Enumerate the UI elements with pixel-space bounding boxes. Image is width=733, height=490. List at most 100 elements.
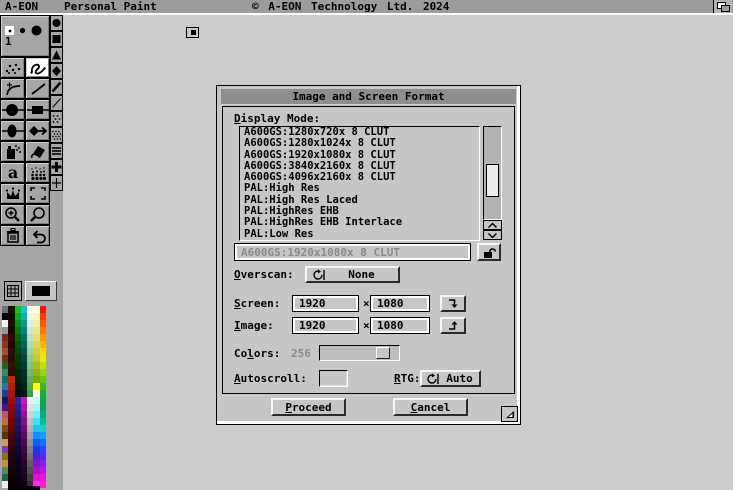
- magnify-icon: [28, 206, 47, 223]
- shape-dot[interactable]: [50, 15, 63, 31]
- shape-lines[interactable]: [50, 143, 63, 159]
- palette-swatch[interactable]: [40, 390, 46, 397]
- shape-diamond[interactable]: [50, 63, 63, 79]
- tool-trash[interactable]: [0, 225, 25, 246]
- palette-swatch[interactable]: [40, 369, 46, 376]
- tool-brush-size-selector[interactable]: 1: [0, 15, 50, 57]
- resize-icon[interactable]: [501, 406, 518, 422]
- shape-triangle[interactable]: [50, 47, 63, 63]
- palette-swatch[interactable]: [40, 334, 46, 341]
- depth-gadget-icon[interactable]: [713, 0, 732, 13]
- palette-swatch[interactable]: [40, 439, 46, 446]
- rtg-cycle[interactable]: Auto: [420, 370, 481, 387]
- image-times: ×: [363, 319, 370, 332]
- palette-swatch[interactable]: [40, 355, 46, 362]
- palette-swatch[interactable]: [40, 306, 46, 313]
- palette-swatch[interactable]: [40, 397, 46, 404]
- colors-slider-knob[interactable]: [376, 347, 390, 359]
- menu-bar: A-EON Personal Paint © A-EON Technology …: [0, 0, 733, 13]
- pattern-grid-icon[interactable]: [4, 281, 22, 301]
- copy-up-icon[interactable]: [440, 317, 466, 334]
- palette-swatch[interactable]: [40, 467, 46, 474]
- current-color-indicator[interactable]: [25, 281, 57, 301]
- menu-title[interactable]: Personal Paint: [64, 0, 157, 13]
- tool-line[interactable]: [25, 78, 50, 99]
- menu-copyright: © A-EON Technology Ltd. 2024: [252, 0, 449, 13]
- palette-swatch[interactable]: [40, 481, 46, 488]
- palette-swatch[interactable]: [40, 474, 46, 481]
- palette-swatch[interactable]: [40, 362, 46, 369]
- image-width-field[interactable]: 1920: [292, 317, 359, 334]
- tool-crown-pickup[interactable]: [0, 183, 25, 204]
- shape-cross-bold[interactable]: [50, 159, 63, 175]
- svg-text:a: a: [7, 164, 17, 181]
- scrollbar-thumb[interactable]: [486, 164, 499, 197]
- tool-spray-can[interactable]: [0, 141, 25, 162]
- shape-thick-line[interactable]: [50, 79, 63, 95]
- image-height-field[interactable]: 1080: [370, 317, 430, 334]
- palette-swatch[interactable]: [40, 432, 46, 439]
- display-mode-item[interactable]: PAL:Low Res: [240, 229, 479, 240]
- scrollbar-track[interactable]: [483, 126, 502, 220]
- palette-swatch[interactable]: [40, 404, 46, 411]
- palette-swatch[interactable]: [40, 376, 46, 383]
- palette-swatch[interactable]: [40, 453, 46, 460]
- display-mode-list[interactable]: A600GS:1280x720x 8 CLUTA600GS:1280x1024x…: [239, 126, 480, 241]
- display-mode-item[interactable]: PAL:HighRes EHB Interlace: [240, 217, 479, 228]
- scroll-up-icon[interactable]: [483, 220, 502, 230]
- palette-swatch[interactable]: [40, 313, 46, 320]
- shape-thin-line[interactable]: [50, 95, 63, 111]
- display-mode-scrollbar[interactable]: [483, 126, 502, 240]
- proceed-button[interactable]: Proceed: [271, 398, 346, 416]
- tool-oval[interactable]: [0, 120, 25, 141]
- palette-swatch[interactable]: [40, 446, 46, 453]
- autoscroll-checkbox[interactable]: [319, 370, 348, 387]
- tool-brush-frame[interactable]: [25, 183, 50, 204]
- tool-grid: 1: [0, 15, 50, 246]
- tool-zoom-in[interactable]: [0, 204, 25, 225]
- tool-magnify[interactable]: [25, 204, 50, 225]
- dotted-freehand-icon: [3, 60, 23, 76]
- overscan-cycle[interactable]: None: [305, 266, 400, 283]
- screen-height-field[interactable]: 1080: [370, 295, 430, 312]
- selected-mode-field[interactable]: A600GS:1920x1080x 8 CLUT: [234, 243, 471, 261]
- tool-airbrush-dither[interactable]: [25, 162, 50, 183]
- tool-freehand[interactable]: [25, 57, 50, 78]
- screen-times: ×: [363, 297, 370, 310]
- palette-swatch[interactable]: [40, 348, 46, 355]
- palette-swatch[interactable]: [40, 418, 46, 425]
- tool-curve[interactable]: [0, 78, 25, 99]
- cancel-button[interactable]: Cancel: [393, 398, 468, 416]
- shape-dots-dense[interactable]: [50, 127, 63, 143]
- screen-width-field[interactable]: 1920: [292, 295, 359, 312]
- copy-down-icon[interactable]: [440, 295, 466, 312]
- palette-swatch[interactable]: [40, 460, 46, 467]
- display-mode-item[interactable]: A600GS:1280x1024x 8 CLUT: [240, 138, 479, 149]
- tool-rectangle[interactable]: [25, 99, 50, 120]
- screen-label: Screen:: [234, 297, 280, 310]
- menu-app-name[interactable]: A-EON: [5, 0, 38, 13]
- tool-undo[interactable]: [25, 225, 50, 246]
- lock-icon[interactable]: [477, 243, 501, 261]
- palette-swatch[interactable]: [40, 341, 46, 348]
- scroll-down-icon[interactable]: [483, 230, 502, 240]
- palette-swatch[interactable]: [40, 425, 46, 432]
- shape-cross-thin[interactable]: [50, 175, 63, 191]
- tool-ellipse[interactable]: [0, 99, 25, 120]
- palette-swatch[interactable]: [40, 383, 46, 390]
- tool-polygon-arrow[interactable]: [25, 120, 50, 141]
- colors-label: Colors:: [234, 347, 280, 360]
- palette-swatch[interactable]: [40, 327, 46, 334]
- palette-swatch[interactable]: [40, 411, 46, 418]
- shape-dots-sparse[interactable]: [50, 111, 63, 127]
- colors-slider[interactable]: [319, 345, 400, 361]
- autoscroll-label: Autoscroll:: [234, 372, 307, 385]
- palette-swatch[interactable]: [40, 320, 46, 327]
- shape-square[interactable]: [50, 31, 63, 47]
- tool-fill-bucket[interactable]: [25, 141, 50, 162]
- dialog-title[interactable]: Image and Screen Format: [221, 89, 516, 104]
- rtg-value: Auto: [443, 372, 476, 385]
- tool-dotted-freehand[interactable]: [0, 57, 25, 78]
- crown-icon: [3, 186, 23, 201]
- tool-text[interactable]: a: [0, 162, 25, 183]
